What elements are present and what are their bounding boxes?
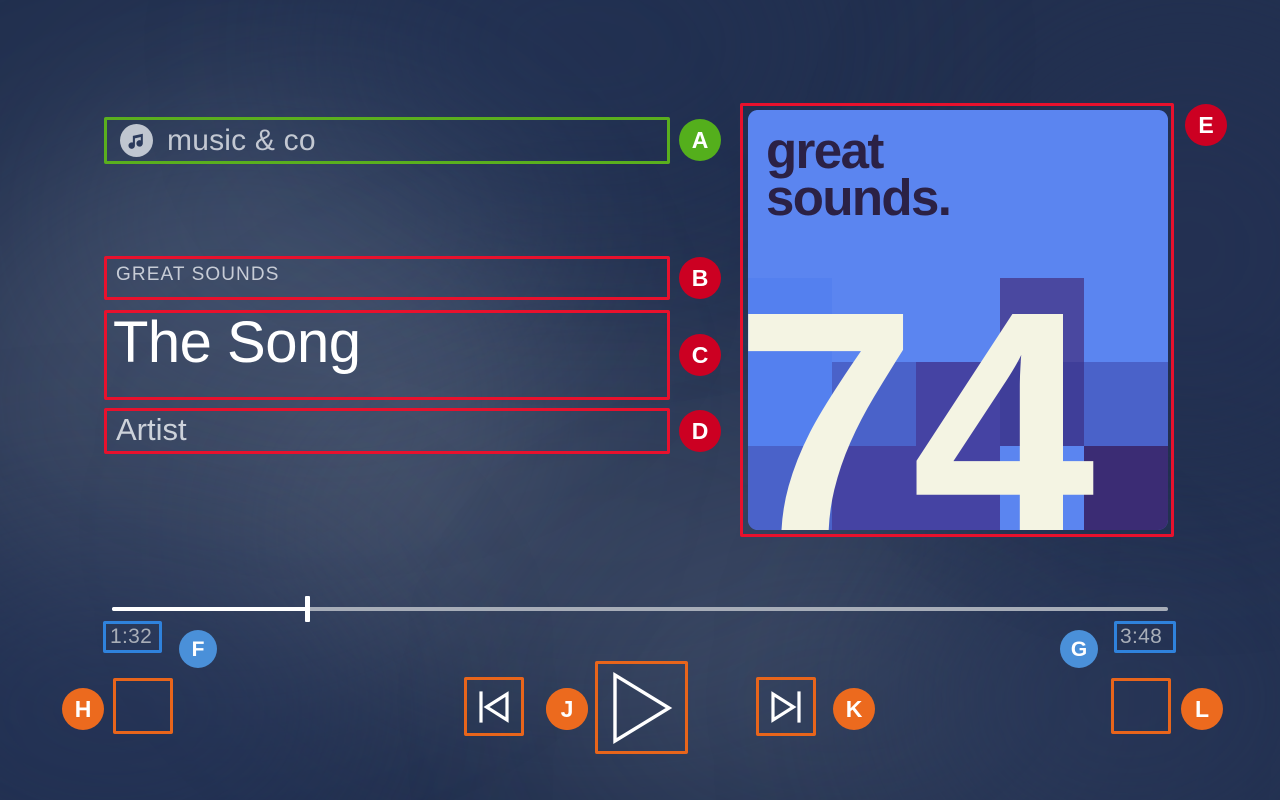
annotation-box-album-art (740, 103, 1174, 537)
annotation-box-elapsed-time (103, 621, 162, 653)
progress-bar-fill (112, 607, 308, 611)
annotation-badge-f: F (179, 630, 217, 668)
annotation-box-track-title (104, 310, 670, 400)
annotation-badge-g: G (1060, 630, 1098, 668)
annotation-badge-e: E (1185, 104, 1227, 146)
annotation-box-left-aux-button (113, 678, 173, 734)
annotation-badge-h: H (62, 688, 104, 730)
annotation-box-right-aux-button (1111, 678, 1171, 734)
background-blur-layer (0, 540, 370, 800)
annotation-box-album-label (104, 256, 670, 300)
annotation-badge-d: D (679, 410, 721, 452)
annotation-badge-b: B (679, 257, 721, 299)
music-player-screen: music & co A GREAT SOUNDS B The Song C A… (0, 0, 1280, 800)
annotation-box-app-name (104, 117, 670, 164)
progress-bar[interactable] (112, 596, 1168, 622)
annotation-badge-l: L (1181, 688, 1223, 730)
annotation-badge-k: K (833, 688, 875, 730)
annotation-box-artist-name (104, 408, 670, 454)
background-blur-layer (0, 140, 540, 660)
progress-bar-thumb[interactable] (305, 596, 311, 622)
annotation-badge-j: J (546, 688, 588, 730)
annotation-box-play-button (595, 661, 688, 754)
annotation-box-next-button (756, 677, 816, 736)
annotation-box-total-time (1114, 621, 1176, 653)
annotation-badge-a: A (679, 119, 721, 161)
annotation-box-previous-button (464, 677, 524, 736)
annotation-badge-c: C (679, 334, 721, 376)
